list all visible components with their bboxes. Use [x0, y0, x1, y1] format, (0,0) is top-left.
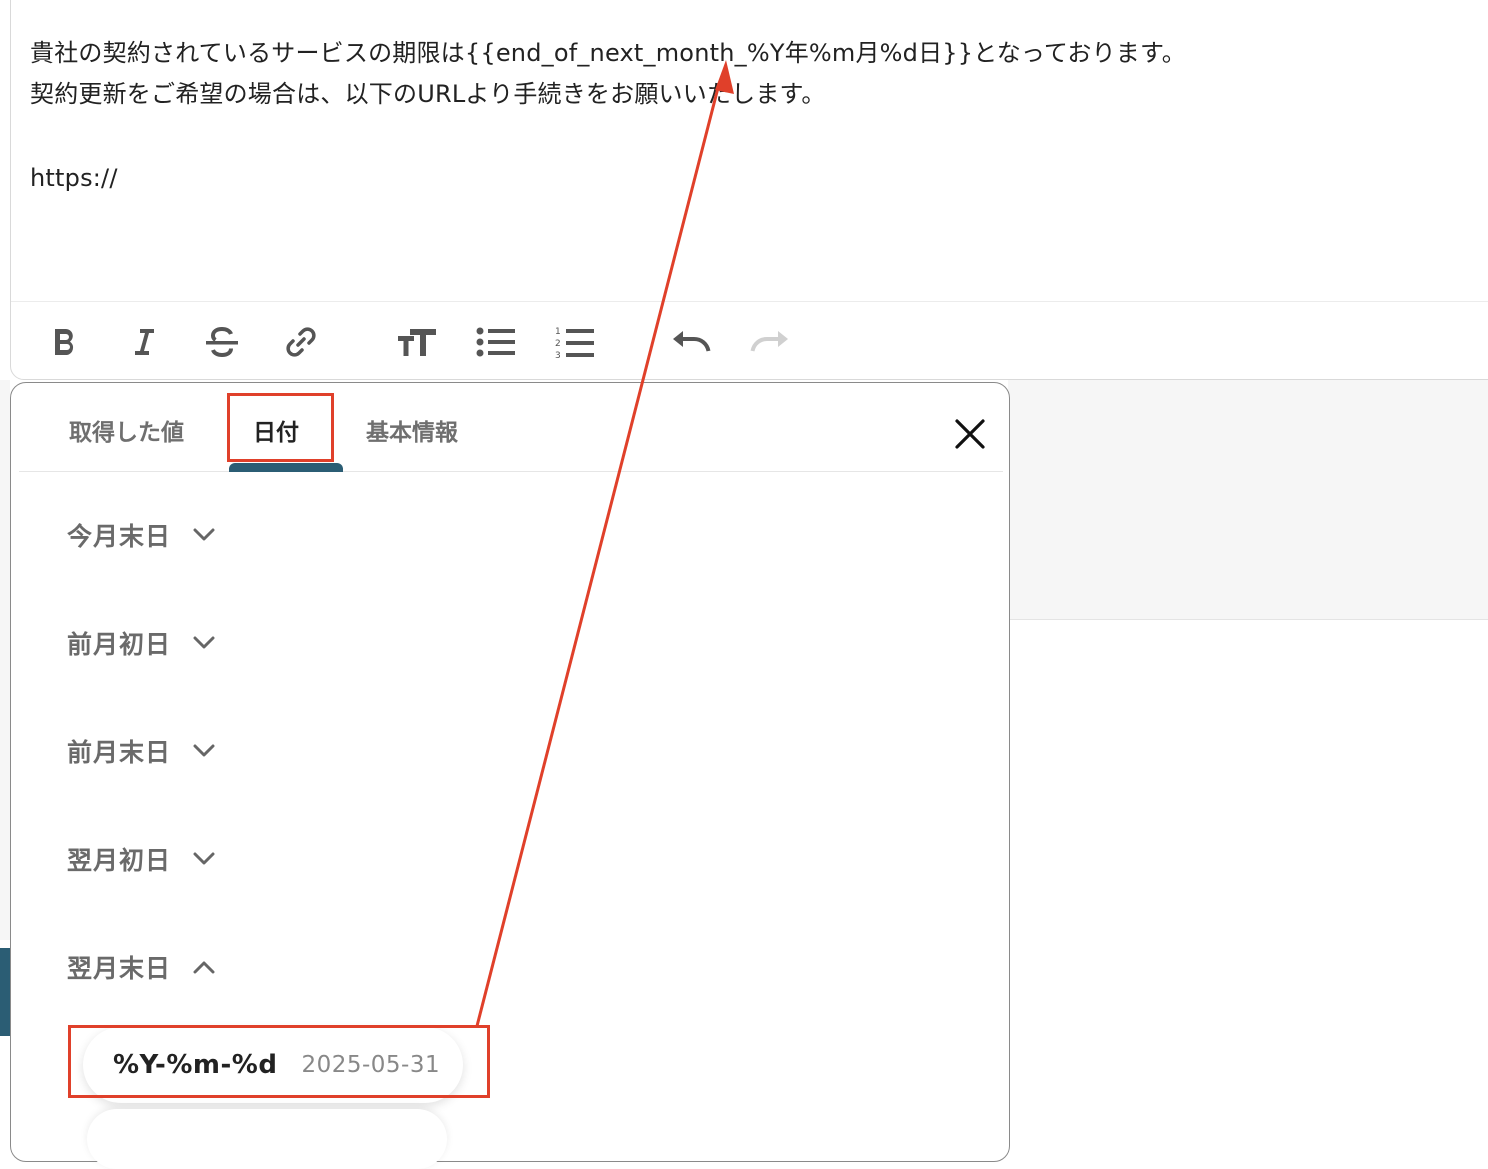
editor-line: 契約更新をご希望の場合は、以下のURLより手続きをお願いいたします。	[30, 80, 826, 108]
chevron-down-icon	[193, 636, 215, 649]
svg-text:1: 1	[555, 327, 561, 337]
text-size-button[interactable]	[396, 321, 438, 363]
editor-line: https://	[30, 164, 118, 192]
strikethrough-icon	[206, 326, 238, 358]
date-format-option[interactable]	[87, 1109, 447, 1169]
editor-line: 貴社の契約されているサービスの期限は{{end_of_next_month_%Y…	[30, 39, 1187, 67]
chevron-down-icon	[193, 744, 215, 757]
numbered-list-button[interactable]: 1 2 3	[554, 321, 596, 363]
redo-icon	[750, 331, 788, 352]
annotation-highlight-box	[68, 1025, 490, 1098]
message-editor[interactable]: 貴社の契約されているサービスの期限は{{end_of_next_month_%Y…	[10, 0, 1488, 380]
group-last-month-first-day[interactable]: 前月初日	[67, 625, 215, 661]
group-this-month-end[interactable]: 今月末日	[67, 517, 215, 553]
background-panel	[1008, 380, 1488, 620]
group-last-month-end[interactable]: 前月末日	[67, 733, 215, 769]
group-label: 翌月末日	[67, 954, 172, 983]
editor-blank-line	[30, 115, 1186, 158]
chevron-down-icon	[193, 852, 215, 865]
bold-button[interactable]	[44, 321, 86, 363]
group-label: 今月末日	[67, 522, 172, 551]
group-next-month-first-day[interactable]: 翌月初日	[67, 841, 215, 877]
undo-button[interactable]	[670, 321, 712, 363]
italic-button[interactable]	[123, 321, 165, 363]
group-next-month-end[interactable]: 翌月末日	[67, 949, 215, 985]
editor-content[interactable]: 貴社の契約されているサービスの期限は{{end_of_next_month_%Y…	[30, 33, 1186, 199]
bullet-list-icon	[476, 327, 515, 357]
group-label: 前月末日	[67, 738, 172, 767]
svg-text:2: 2	[555, 339, 561, 349]
close-button[interactable]	[949, 413, 991, 455]
redo-button[interactable]	[749, 321, 791, 363]
bold-icon	[55, 329, 74, 355]
link-button[interactable]	[280, 321, 322, 363]
background-edge	[0, 380, 10, 940]
tab-basic-info[interactable]: 基本情報	[366, 413, 458, 447]
annotation-highlight-box	[227, 393, 334, 462]
svg-text:3: 3	[555, 351, 561, 359]
group-label: 翌月初日	[67, 846, 172, 875]
formatting-toolbar: 1 2 3	[11, 301, 1488, 381]
background-accent-edge	[0, 948, 10, 1036]
numbered-list-icon: 1 2 3	[555, 327, 594, 359]
strikethrough-button[interactable]	[201, 321, 243, 363]
close-icon	[955, 419, 985, 449]
link-icon	[286, 327, 316, 357]
chevron-down-icon	[193, 528, 215, 541]
bullet-list-button[interactable]	[475, 321, 517, 363]
chevron-up-icon	[193, 961, 215, 974]
undo-icon	[673, 331, 711, 352]
text-size-icon	[398, 329, 436, 356]
italic-icon	[135, 329, 154, 355]
active-tab-indicator	[229, 463, 343, 472]
group-label: 前月初日	[67, 630, 172, 659]
tab-bar: 取得した値 日付 基本情報	[19, 383, 1003, 472]
tab-retrieved-values[interactable]: 取得した値	[69, 413, 184, 447]
